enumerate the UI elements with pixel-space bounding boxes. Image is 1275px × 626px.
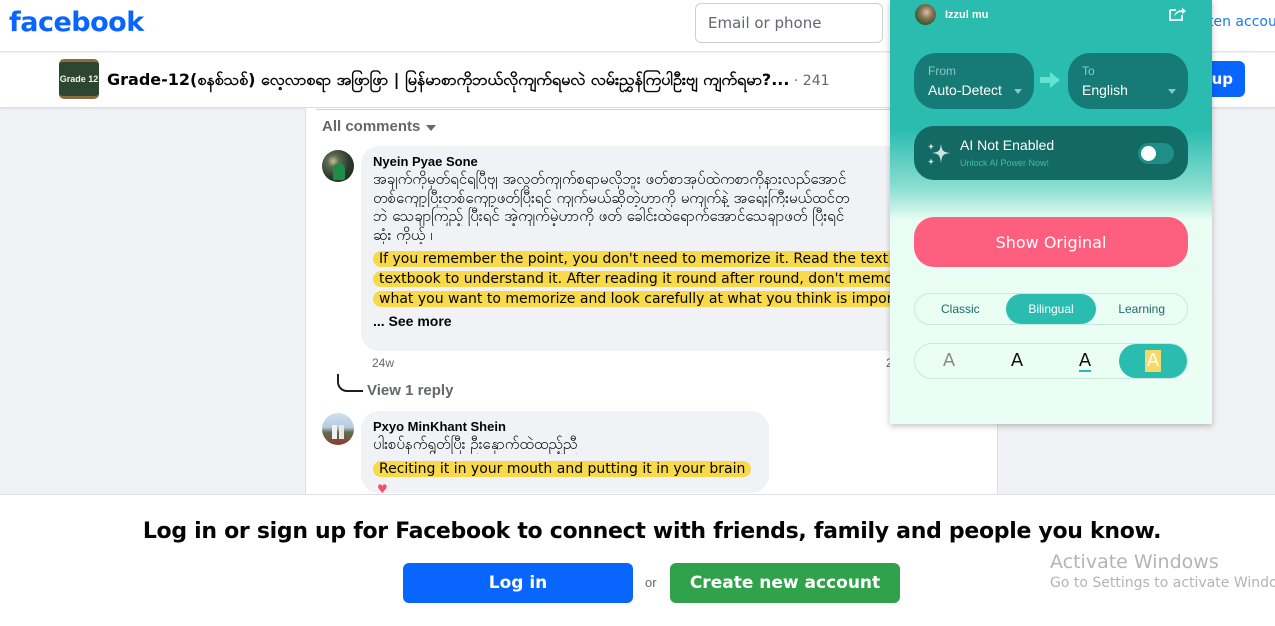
comment-timestamp[interactable]: 24w (372, 356, 394, 370)
comment-author[interactable]: Pxyo MinKhant Shein (373, 419, 757, 435)
arrow-right-icon (1040, 72, 1060, 88)
style-underlined-glyph: A (1078, 350, 1092, 372)
ai-status-card[interactable]: AI Not Enabled Unlock AI Power Now! (914, 126, 1188, 180)
group-thumbnail[interactable]: Grade 12 (59, 59, 99, 99)
comment-sort-dropdown[interactable]: All comments (322, 118, 437, 135)
comment-text-line: အချက်ကိုမှတ်ရင်ရပြီဗျ အလွတ်ကျက်စရာမလိုဘူ… (373, 170, 847, 188)
to-label: To (1082, 64, 1095, 78)
translation-highlight: If you remember the point, you don't nee… (373, 251, 939, 307)
watermark-title: Activate Windows (1050, 551, 1219, 573)
sparkle-icon (928, 143, 950, 165)
comment-text-line: ဘဲ သေချာကြည့် ပြီးရင် အဲ့ကျက်မဲ့ဟာကို ဖတ… (373, 207, 845, 225)
or-label: or (645, 575, 657, 590)
sort-label: All comments (322, 118, 421, 135)
mode-bilingual[interactable]: Bilingual (1005, 294, 1097, 324)
see-more-link[interactable]: ... See more (373, 313, 452, 329)
from-label: From (928, 64, 956, 78)
comment-text-line: ဆုံး ကိုယ့် ၊ (373, 225, 433, 244)
divider (316, 109, 987, 110)
mode-classic[interactable]: Classic (915, 294, 1006, 324)
caret-down-icon (426, 124, 437, 131)
target-language-select[interactable]: To English (1068, 53, 1188, 109)
ai-toggle-switch[interactable] (1138, 143, 1174, 164)
open-external-icon[interactable] (1168, 6, 1186, 22)
mode-learning[interactable]: Learning (1096, 294, 1187, 324)
translation-highlight: Reciting it in your mouth and putting it… (373, 460, 752, 477)
create-account-button[interactable]: Create new account (670, 563, 900, 603)
group-member-count: · 241 (789, 73, 830, 89)
comment-bubble: Pxyo MinKhant Shein ပါးစပ်နက်ရွတ်ပြီး ဦး… (361, 411, 769, 496)
style-highlighted-glyph: A (1144, 350, 1162, 372)
comment-text-line: တစ်ကျော့ပြီးတစ်ကျော့ဖတ်ပြီးရင် ကျက်မယ်ဆိ… (373, 188, 850, 207)
avatar[interactable] (322, 150, 354, 182)
login-prompt: Log in or sign up for Facebook to connec… (142, 519, 1162, 544)
style-underlined[interactable]: A (1051, 344, 1119, 378)
source-language-select[interactable]: From Auto-Detect (914, 53, 1034, 109)
watermark-subtitle: Go to Settings to activate Windows. (1050, 575, 1275, 591)
show-original-button[interactable]: Show Original (914, 217, 1188, 267)
facebook-logo[interactable]: facebook (9, 7, 144, 38)
text-style-selector: A A A A (914, 343, 1188, 379)
username: Izzul mu (945, 8, 989, 21)
forgotten-account-link[interactable]: ten accou (1208, 14, 1275, 30)
ai-status-title: AI Not Enabled (960, 137, 1055, 153)
ai-status-subtitle: Unlock AI Power Now! (960, 158, 1050, 168)
style-faded-glyph: A (942, 350, 956, 371)
reply-connector (337, 374, 363, 392)
view-replies-link[interactable]: View 1 reply (367, 382, 453, 399)
translated-text: If you remember the point, you don't nee… (373, 249, 949, 309)
comment-author[interactable]: Nyein Pyae Sone (373, 154, 949, 170)
group-title[interactable]: Grade-12(စနစ်သစ်) လေ့လာစရာ အဖြာဖြာ | မြန… (107, 69, 830, 93)
translator-extension-popup: Izzul mu From Auto-Detect To English AI … (890, 0, 1212, 424)
user-avatar (915, 4, 936, 25)
comment-bubble: Nyein Pyae Sone အချက်ကိုမှတ်ရင်ရပြီဗျ အလ… (361, 146, 961, 351)
style-plain-glyph: A (1010, 350, 1024, 371)
style-plain[interactable]: A (983, 344, 1051, 378)
chevron-down-icon (1168, 89, 1176, 94)
translated-text: Reciting it in your mouth and putting it… (373, 459, 757, 499)
login-button[interactable]: Log in (403, 563, 633, 603)
chevron-down-icon (1014, 89, 1022, 94)
comment-text-line: ပါးစပ်နက်ရွတ်ပြီး ဦးနှောက်ထဲထည့်ညီ (373, 435, 578, 453)
windows-activation-watermark: Activate Windows Go to Settings to activ… (1050, 551, 1275, 591)
display-mode-selector: Classic Bilingual Learning (914, 293, 1188, 325)
avatar[interactable] (322, 413, 354, 445)
style-faded[interactable]: A (915, 344, 983, 378)
extension-user[interactable]: Izzul mu (915, 4, 988, 25)
group-title-text: Grade-12(စနစ်သစ်) လေ့လာစရာ အဖြာဖြာ | မြန… (107, 70, 790, 89)
style-highlighted[interactable]: A (1119, 344, 1187, 378)
email-field[interactable] (695, 3, 883, 43)
login-banner: Log in or sign up for Facebook to connec… (0, 494, 1275, 626)
